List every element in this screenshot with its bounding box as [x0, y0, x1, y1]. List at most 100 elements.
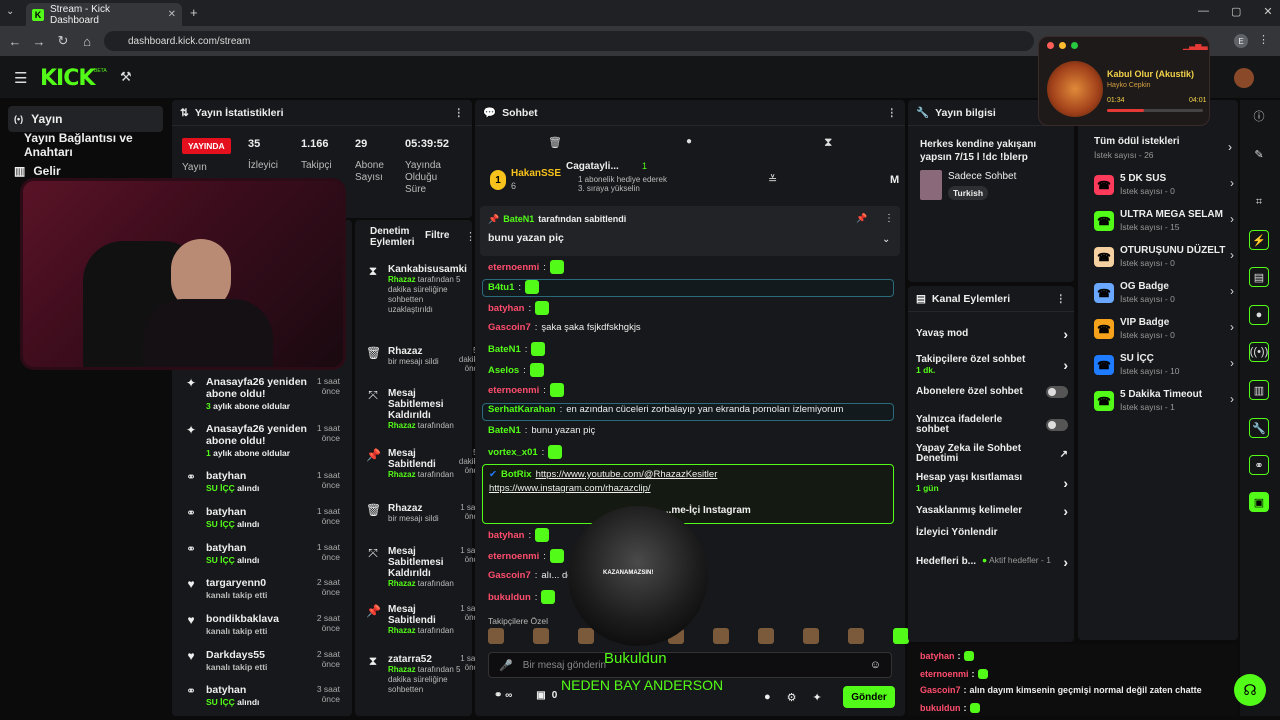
emote-icon[interactable]	[578, 628, 594, 644]
expand-icon[interactable]: ⌄	[882, 234, 890, 245]
chat-username[interactable]: vortex_x01	[488, 447, 538, 458]
broadcast-sidebar-icon[interactable]: ((•))	[1249, 342, 1269, 362]
chat-more-icon[interactable]: ⋮	[887, 107, 898, 119]
window-close-icon[interactable]: ✕	[1263, 5, 1272, 18]
close-tab-icon[interactable]: ✕	[168, 9, 176, 20]
chevron-right-icon[interactable]: ›	[1230, 320, 1234, 334]
reward-item[interactable]: ☎ 5 Dakika Timeout İstek sayısı - 1 ›	[1094, 389, 1234, 413]
url-field[interactable]: dashboard.kick.com/stream	[104, 31, 1034, 51]
emote-icon[interactable]	[803, 628, 819, 644]
reward-item[interactable]: ☎ 5 DK SUS İstek sayısı - 0 ›	[1094, 173, 1234, 197]
kick-points-icon[interactable]: ⚭ ∞	[494, 690, 512, 701]
chevron-right-icon[interactable]: ›	[1063, 357, 1068, 373]
channel-action[interactable]: Yapay Zeka ile Sohbet Denetimi ↗	[916, 444, 1068, 464]
notes-icon[interactable]: ▤	[1249, 267, 1269, 287]
chat-username[interactable]: eternoenmi	[488, 551, 539, 562]
toggle-switch[interactable]	[1046, 419, 1068, 431]
new-tab-icon[interactable]: +	[190, 5, 198, 20]
top-gifter-name[interactable]: HakanSSE	[511, 168, 561, 179]
info-icon[interactable]: ⓘ	[1249, 106, 1269, 126]
pinned-more-icon[interactable]: ⋮	[884, 213, 894, 224]
emote-icon[interactable]	[533, 628, 549, 644]
wrench-sidebar-icon[interactable]: 🔧	[1249, 418, 1269, 438]
chat-username[interactable]: SerhatKarahan	[488, 404, 556, 415]
more-gifters-icon[interactable]: M	[890, 174, 899, 186]
user-avatar[interactable]	[1234, 68, 1254, 88]
chat-username[interactable]: BateN1	[488, 344, 521, 355]
emote-icon[interactable]	[488, 628, 504, 644]
chevron-right-icon[interactable]: ›	[1230, 176, 1234, 190]
channel-action[interactable]: Yalnızca ifadelerle sohbet	[916, 415, 1068, 435]
chat-username[interactable]: eternoenmi	[488, 385, 539, 396]
chevron-right-icon[interactable]: ›	[1230, 212, 1234, 226]
chat-username[interactable]: batyhan	[488, 303, 524, 314]
reward-item[interactable]: ☎ SU İÇÇ İstek sayısı - 10 ›	[1094, 353, 1234, 377]
instagram-button[interactable]: ...me-İçi Instagram	[663, 505, 751, 516]
layout-icon[interactable]: ▥	[1249, 380, 1269, 400]
chat-username[interactable]: Gascoin7	[488, 322, 531, 333]
chat-username[interactable]: bukuldun	[488, 592, 531, 603]
mic-icon[interactable]: 🎤	[499, 659, 513, 672]
emote-icon[interactable]	[713, 628, 729, 644]
redeem-sidebar-icon[interactable]: ⚭	[1249, 455, 1269, 475]
chevron-right-icon[interactable]: ›	[1230, 284, 1234, 298]
chat-settings-bubble-icon[interactable]: ●	[764, 691, 771, 704]
nav-item-stream-key[interactable]: Yayın Bağlantısı ve Anahtarı	[18, 131, 173, 159]
collapse-icon[interactable]: ≚	[768, 173, 777, 186]
moderation-more-icon[interactable]: ⋮	[465, 230, 472, 243]
reward-item[interactable]: ☎ VIP Badge İstek sayısı - 0 ›	[1094, 317, 1234, 341]
chat-sidebar-icon[interactable]: ●	[1249, 305, 1269, 325]
support-button[interactable]: ☊	[1234, 674, 1266, 706]
chat-username[interactable]: batyhan	[488, 530, 524, 541]
chat-username[interactable]: Aselos	[488, 365, 519, 376]
chat-bubble-icon[interactable]: ●	[686, 136, 692, 147]
category-name[interactable]: Sadece Sohbet	[948, 171, 1016, 182]
chat-username[interactable]: BateN1	[488, 425, 521, 436]
channel-action[interactable]: Takipçilere özel sohbet 1 dk. ›	[916, 355, 1068, 376]
chat-username[interactable]: B4tu1	[488, 282, 514, 293]
gear-icon[interactable]: ⚙	[787, 691, 797, 704]
toggle-switch[interactable]	[1046, 386, 1068, 398]
unpin-icon[interactable]: 📌	[856, 213, 867, 224]
filter-button[interactable]: Filtre	[425, 230, 449, 241]
emote-icon[interactable]	[758, 628, 774, 644]
home-icon[interactable]: ⌂	[76, 30, 98, 52]
chevron-right-icon[interactable]: ›	[1230, 392, 1234, 406]
tools-icon[interactable]: ⚒	[120, 69, 132, 85]
trash-icon[interactable]: 🗑	[548, 136, 562, 149]
channel-action[interactable]: İzleyici Yönlendir	[916, 528, 1068, 538]
chevron-right-icon[interactable]: ›	[1063, 326, 1068, 342]
channel-action[interactable]: Yavaş mod ›	[916, 326, 1068, 342]
emoji-icon[interactable]: ☺	[870, 659, 881, 671]
maximize-icon[interactable]: ▢	[1231, 5, 1241, 18]
pencil-icon[interactable]: ✎	[1249, 144, 1269, 164]
channel-more-icon[interactable]: ⋮	[1056, 293, 1067, 305]
chevron-right-icon[interactable]: ›	[1063, 475, 1068, 491]
channel-action[interactable]: Abonelere özel sohbet	[916, 386, 1068, 398]
nav-item-stream[interactable]: (•) Yayın	[8, 106, 163, 132]
browser-tab[interactable]: K Stream - Kick Dashboard ✕	[26, 3, 182, 26]
emote-icon[interactable]	[893, 628, 909, 644]
chevron-right-icon[interactable]: ›	[1228, 140, 1232, 154]
youtube-link[interactable]: https://www.youtube.com/@RhazazKesitler	[536, 469, 718, 480]
back-icon[interactable]: ←	[4, 30, 26, 52]
hourglass-icon[interactable]: ⧗	[824, 135, 832, 150]
all-rewards-label[interactable]: Tüm ödül istekleri	[1094, 136, 1180, 147]
kick-logo[interactable]: KICK	[40, 66, 95, 91]
botrix-user[interactable]: BotRix	[501, 469, 532, 480]
clip-icon[interactable]: ✦	[813, 691, 822, 704]
chat-username[interactable]: eternoenmi	[488, 262, 539, 273]
tab-list-icon[interactable]: ⌄	[6, 6, 14, 17]
chat-input[interactable]: 🎤 Bir mesaj gönderin ☺	[488, 652, 892, 678]
send-button[interactable]: Gönder	[843, 686, 895, 708]
reward-item[interactable]: ☎ OG Badge İstek sayısı - 0 ›	[1094, 281, 1234, 305]
store-icon[interactable]: ▣	[536, 690, 545, 701]
hamburger-menu-icon[interactable]: ☰	[14, 69, 27, 87]
channel-action[interactable]: Yasaklanmış kelimeler ›	[916, 503, 1068, 519]
reward-item[interactable]: ☎ ULTRA MEGA SELAM İstek sayısı - 15 ›	[1094, 209, 1234, 233]
profile-avatar[interactable]: E	[1234, 34, 1248, 48]
browser-menu-icon[interactable]: ⋮	[1258, 33, 1269, 46]
chevron-right-icon[interactable]: ›	[1063, 503, 1068, 519]
reward-item[interactable]: ☎ OTURUŞUNU DÜZELT İstek sayısı - 0 ›	[1094, 245, 1234, 269]
minimize-icon[interactable]: —	[1198, 5, 1209, 18]
